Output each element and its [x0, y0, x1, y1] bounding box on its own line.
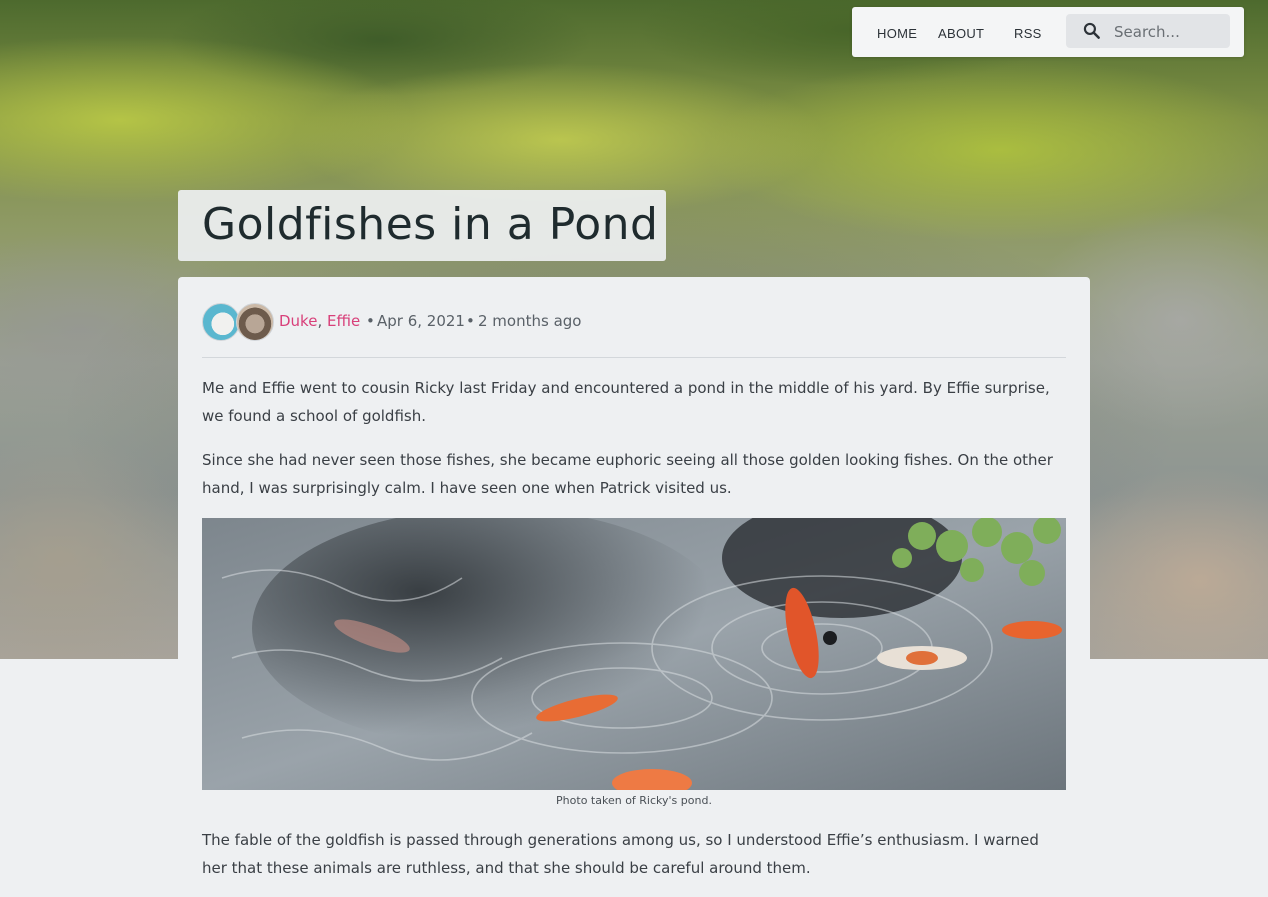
post-title: Goldfishes in a Pond	[202, 199, 659, 250]
post-relative-time: 2 months ago	[478, 312, 582, 330]
separator-dot: •	[466, 312, 475, 330]
post-title-banner: Goldfishes in a Pond	[178, 190, 666, 261]
nav-rss-link[interactable]: RSS	[1014, 26, 1042, 41]
search-icon	[1083, 22, 1100, 39]
search-input[interactable]	[1112, 20, 1226, 44]
post-card: Duke, Effie • Apr 6, 2021 • 2 months ago…	[178, 277, 1090, 897]
paragraph: The fable of the goldfish is passed thro…	[202, 831, 1039, 877]
author-avatar-effie[interactable]	[236, 303, 274, 341]
meta-divider	[202, 357, 1066, 358]
post-meta: Duke, Effie • Apr 6, 2021 • 2 months ago	[202, 303, 1066, 341]
author-link-duke[interactable]: Duke	[279, 312, 317, 330]
post-date: Apr 6, 2021	[377, 312, 465, 330]
figure-caption: Photo taken of Ricky's pond.	[556, 794, 712, 807]
pond-photo	[202, 518, 1066, 790]
search-box[interactable]	[1066, 14, 1230, 48]
nav-home-link[interactable]: HOME	[877, 26, 917, 41]
nav-about-link[interactable]: ABOUT	[938, 26, 984, 41]
pond-photo-image	[202, 518, 1066, 790]
author-avatar-duke[interactable]	[202, 303, 240, 341]
paragraph: Since she had never seen those fishes, s…	[202, 451, 1053, 497]
separator-dot: •	[366, 312, 375, 330]
author-link-effie[interactable]: Effie	[327, 312, 360, 330]
paragraph: Me and Effie went to cousin Ricky last F…	[202, 379, 1050, 425]
top-navigation: HOME ABOUT RSS	[852, 7, 1244, 57]
author-list: Duke, Effie	[279, 312, 361, 330]
